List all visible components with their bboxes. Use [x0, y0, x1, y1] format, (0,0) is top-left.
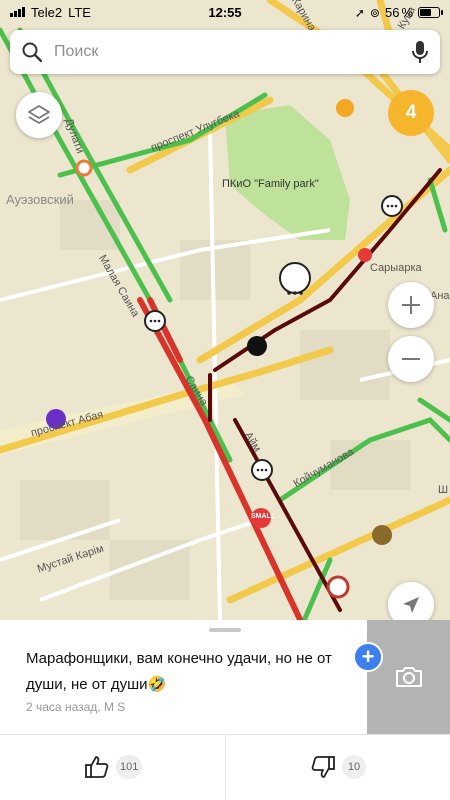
thumbs-up-icon [85, 756, 109, 778]
minus-icon [402, 358, 420, 360]
network-label: LTE [68, 4, 91, 20]
park-label: ПКиО "Family park" [222, 178, 319, 190]
likes-count: 101 [116, 755, 143, 779]
alarm-icon: ⊚ [369, 5, 380, 20]
sheet-drag-handle[interactable] [209, 628, 241, 632]
layers-button[interactable] [16, 92, 62, 138]
plus-icon: + [361, 644, 375, 669]
dislike-button[interactable]: 10 [310, 754, 366, 780]
like-button[interactable]: 101 [84, 754, 143, 780]
battery-icon [418, 7, 443, 18]
battery-percent: 56 [384, 5, 400, 20]
map-canvas[interactable] [0, 0, 450, 630]
search-bar[interactable]: Поиск [10, 30, 440, 74]
comment-sheet: Марафонщики, вам конечно удачи, но не от… [0, 620, 450, 800]
dislikes-count: 10 [342, 755, 366, 779]
comment-text: Марафонщики, вам конечно удачи, но не от… [26, 650, 332, 693]
layers-icon [28, 105, 50, 124]
zoom-in-button[interactable] [388, 282, 434, 328]
map-view[interactable]: Ауэзовский проспект Улугбека проспект Аб… [0, 0, 450, 630]
district-label: Ауэзовский [6, 192, 74, 207]
shop-label: SMALL [251, 513, 276, 520]
search-icon [22, 42, 42, 62]
zoom-out-button[interactable] [388, 336, 434, 382]
location-arrow-icon: ➚ [354, 5, 365, 20]
add-photo-button[interactable] [367, 620, 450, 734]
search-input[interactable]: Поиск [54, 43, 412, 61]
signal-icon [10, 7, 25, 17]
street-right-lower-label: Ш [438, 484, 449, 496]
status-bar: Tele2 LTE 12:55 ➚ ⊚ 56 % [0, 0, 450, 24]
divider [225, 734, 226, 800]
camera-icon [395, 667, 422, 687]
events-count-badge[interactable]: 4 [388, 90, 434, 136]
metro-label: Сарыарка [370, 262, 422, 274]
thumbs-down-icon [311, 756, 335, 778]
microphone-icon[interactable] [412, 40, 428, 64]
plus-icon [402, 296, 420, 314]
comment-meta: 2 часа назад, M S [26, 700, 126, 714]
navigation-arrow-icon [403, 597, 419, 613]
carrier-label: Tele2 [31, 4, 63, 20]
add-comment-button[interactable]: + [353, 642, 383, 672]
